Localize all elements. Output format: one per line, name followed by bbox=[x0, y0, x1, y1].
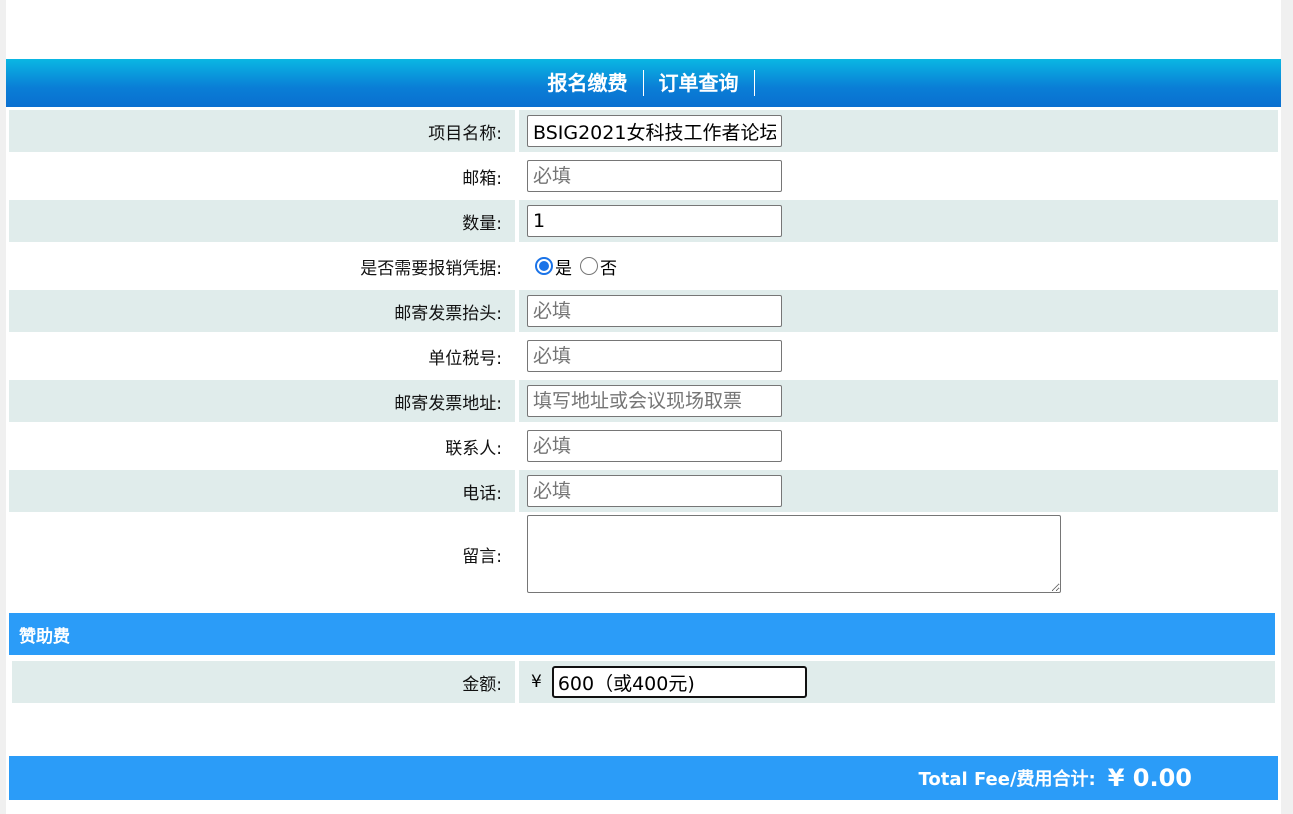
tax-id-field[interactable] bbox=[527, 340, 782, 372]
email-field[interactable] bbox=[527, 160, 782, 192]
sponsor-section-header: 赞助费 bbox=[9, 613, 1275, 655]
project-name-field[interactable] bbox=[527, 115, 782, 147]
row-quantity: 数量: bbox=[9, 200, 1278, 242]
row-project-name: 项目名称: bbox=[9, 110, 1278, 152]
project-name-label: 项目名称: bbox=[9, 110, 515, 152]
invoice-address-field[interactable] bbox=[527, 385, 782, 417]
row-message: 留言: bbox=[9, 513, 1278, 595]
contact-field[interactable] bbox=[527, 430, 782, 462]
receipt-yes-label: 是 bbox=[555, 258, 572, 279]
invoice-title-label: 邮寄发票抬头: bbox=[9, 290, 515, 332]
receipt-no-radio[interactable] bbox=[580, 257, 598, 275]
row-phone: 电话: bbox=[9, 470, 1278, 512]
quantity-field[interactable] bbox=[527, 205, 782, 237]
amount-field[interactable] bbox=[551, 666, 807, 698]
receipt-no-label: 否 bbox=[600, 258, 617, 279]
nav-order-query[interactable]: 订单查询 bbox=[644, 70, 755, 96]
nav-register-pay[interactable]: 报名缴费 bbox=[533, 70, 644, 96]
email-label: 邮箱: bbox=[462, 168, 502, 189]
row-contact: 联系人: bbox=[9, 425, 1278, 467]
page: 报名缴费 订单查询 项目名称: 邮箱: 数量: 是否需要报销凭据: 是 否 bbox=[6, 0, 1281, 814]
row-tax-id: 单位税号: bbox=[9, 335, 1278, 377]
receipt-radio-group: 是 否 bbox=[527, 254, 617, 279]
quantity-label: 数量: bbox=[9, 200, 515, 242]
total-fee-value: ¥ 0.00 bbox=[1107, 764, 1192, 792]
row-invoice-title: 邮寄发票抬头: bbox=[9, 290, 1278, 332]
message-label: 留言: bbox=[462, 546, 502, 567]
need-receipt-label: 是否需要报销凭据: bbox=[360, 258, 502, 279]
row-email: 邮箱: bbox=[9, 155, 1278, 197]
phone-label: 电话: bbox=[9, 470, 515, 512]
tax-id-label: 单位税号: bbox=[428, 348, 502, 369]
row-invoice-address: 邮寄发票地址: bbox=[9, 380, 1278, 422]
top-nav: 报名缴费 订单查询 bbox=[6, 59, 1281, 107]
row-need-receipt: 是否需要报销凭据: 是 否 bbox=[9, 245, 1278, 287]
invoice-address-label: 邮寄发票地址: bbox=[9, 380, 515, 422]
message-textarea[interactable] bbox=[527, 515, 1061, 593]
receipt-yes-radio[interactable] bbox=[535, 257, 553, 275]
amount-label: 金额: bbox=[12, 661, 515, 703]
invoice-title-field[interactable] bbox=[527, 295, 782, 327]
total-fee-bar: Total Fee/费用合计: ¥ 0.00 bbox=[9, 756, 1278, 800]
total-fee-label: Total Fee/费用合计: bbox=[918, 769, 1096, 790]
contact-label: 联系人: bbox=[445, 438, 502, 459]
row-amount: 金额: ¥ bbox=[12, 661, 1275, 703]
currency-symbol: ¥ bbox=[531, 672, 542, 692]
phone-field[interactable] bbox=[527, 475, 782, 507]
